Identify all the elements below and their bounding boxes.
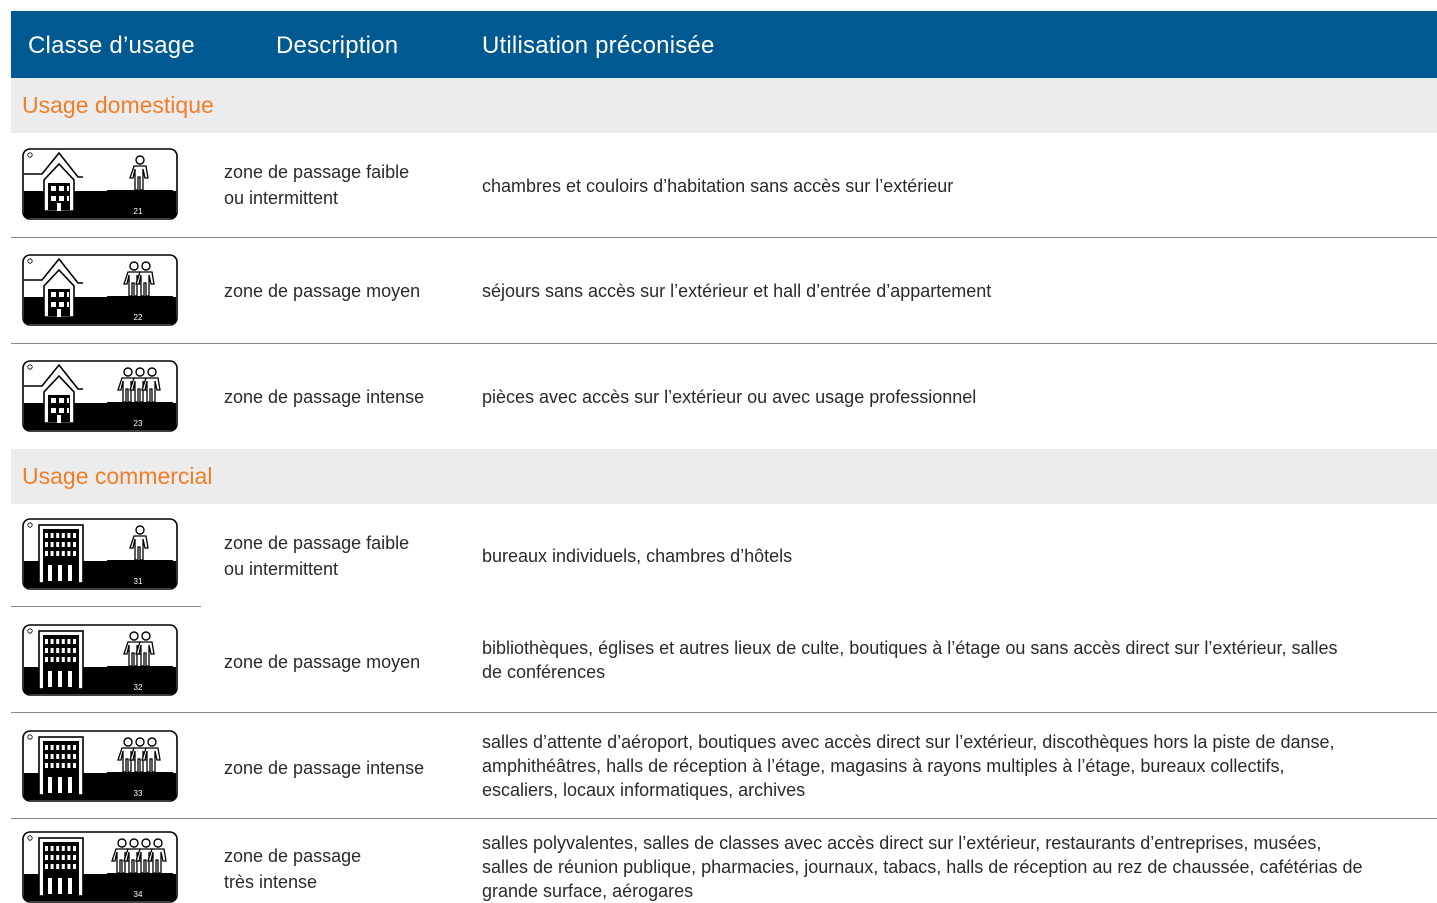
domestic-23-icon: 23	[22, 360, 178, 432]
commercial-33-icon: 33	[22, 730, 178, 802]
section-title: Usage commercial	[22, 463, 213, 489]
table-row: 22 zone de passage moyen séjours sans ac…	[11, 238, 1437, 344]
commercial-34-icon: 34	[22, 831, 178, 903]
svg-text:32: 32	[134, 683, 143, 692]
row-usage: bibliothèques, églises et autres lieux d…	[482, 638, 1338, 682]
row-description: zone de passage faible ou intermittent	[224, 162, 410, 208]
svg-text:31: 31	[134, 577, 143, 586]
row-description: zone de passage intense	[224, 758, 425, 778]
domestic-21-icon: 21	[22, 148, 178, 220]
svg-text:22: 22	[134, 313, 143, 322]
row-description: zone de passage moyen	[224, 652, 421, 672]
commercial-31-icon: 31	[22, 518, 178, 590]
svg-text:34: 34	[134, 890, 143, 899]
row-description: zone de passage faible ou intermittent	[224, 533, 410, 579]
table-row: 23 zone de passage intense pièces avec a…	[11, 344, 1437, 449]
table-row: 31 zone de passage faible ou intermittent…	[11, 504, 1437, 607]
svg-text:33: 33	[134, 789, 143, 798]
section-commercial: Usage commercial	[11, 449, 1437, 504]
row-usage: pièces avec accès sur l’extérieur ou ave…	[482, 387, 977, 407]
svg-text:23: 23	[134, 419, 143, 428]
row-usage: séjours sans accès sur l’extérieur et ha…	[482, 281, 992, 301]
column-header-description: Description	[276, 32, 399, 59]
row-description: zone de passage moyen	[224, 281, 421, 301]
row-usage: salles d’attente d’aéroport, boutiques a…	[482, 732, 1335, 800]
column-header-class: Classe d’usage	[28, 32, 195, 59]
section-title: Usage domestique	[22, 92, 214, 118]
domestic-22-icon: 22	[22, 254, 178, 326]
table-row: 21 zone de passage faible ou intermittent…	[11, 133, 1437, 238]
column-header-usage: Utilisation préconisée	[482, 32, 715, 59]
svg-text:21: 21	[134, 207, 143, 216]
row-description: zone de passage très intense	[224, 846, 362, 892]
section-domestic: Usage domestique	[11, 78, 1437, 133]
commercial-32-icon: 32	[22, 624, 178, 696]
row-description: zone de passage intense	[224, 387, 425, 407]
table-row: 33 zone de passage intense salles d’atte…	[11, 713, 1437, 819]
row-usage: chambres et couloirs d’habitation sans a…	[482, 176, 954, 196]
table-row: 32 zone de passage moyen bibliothèques, …	[11, 607, 1437, 713]
table-row: 34 zone de passage très intense salles po…	[11, 819, 1437, 903]
row-usage: salles polyvalentes, salles de classes a…	[482, 833, 1363, 901]
row-usage: bureaux individuels, chambres d’hôtels	[482, 546, 793, 566]
table-header: Classe d’usage Description Utilisation p…	[11, 11, 1437, 78]
